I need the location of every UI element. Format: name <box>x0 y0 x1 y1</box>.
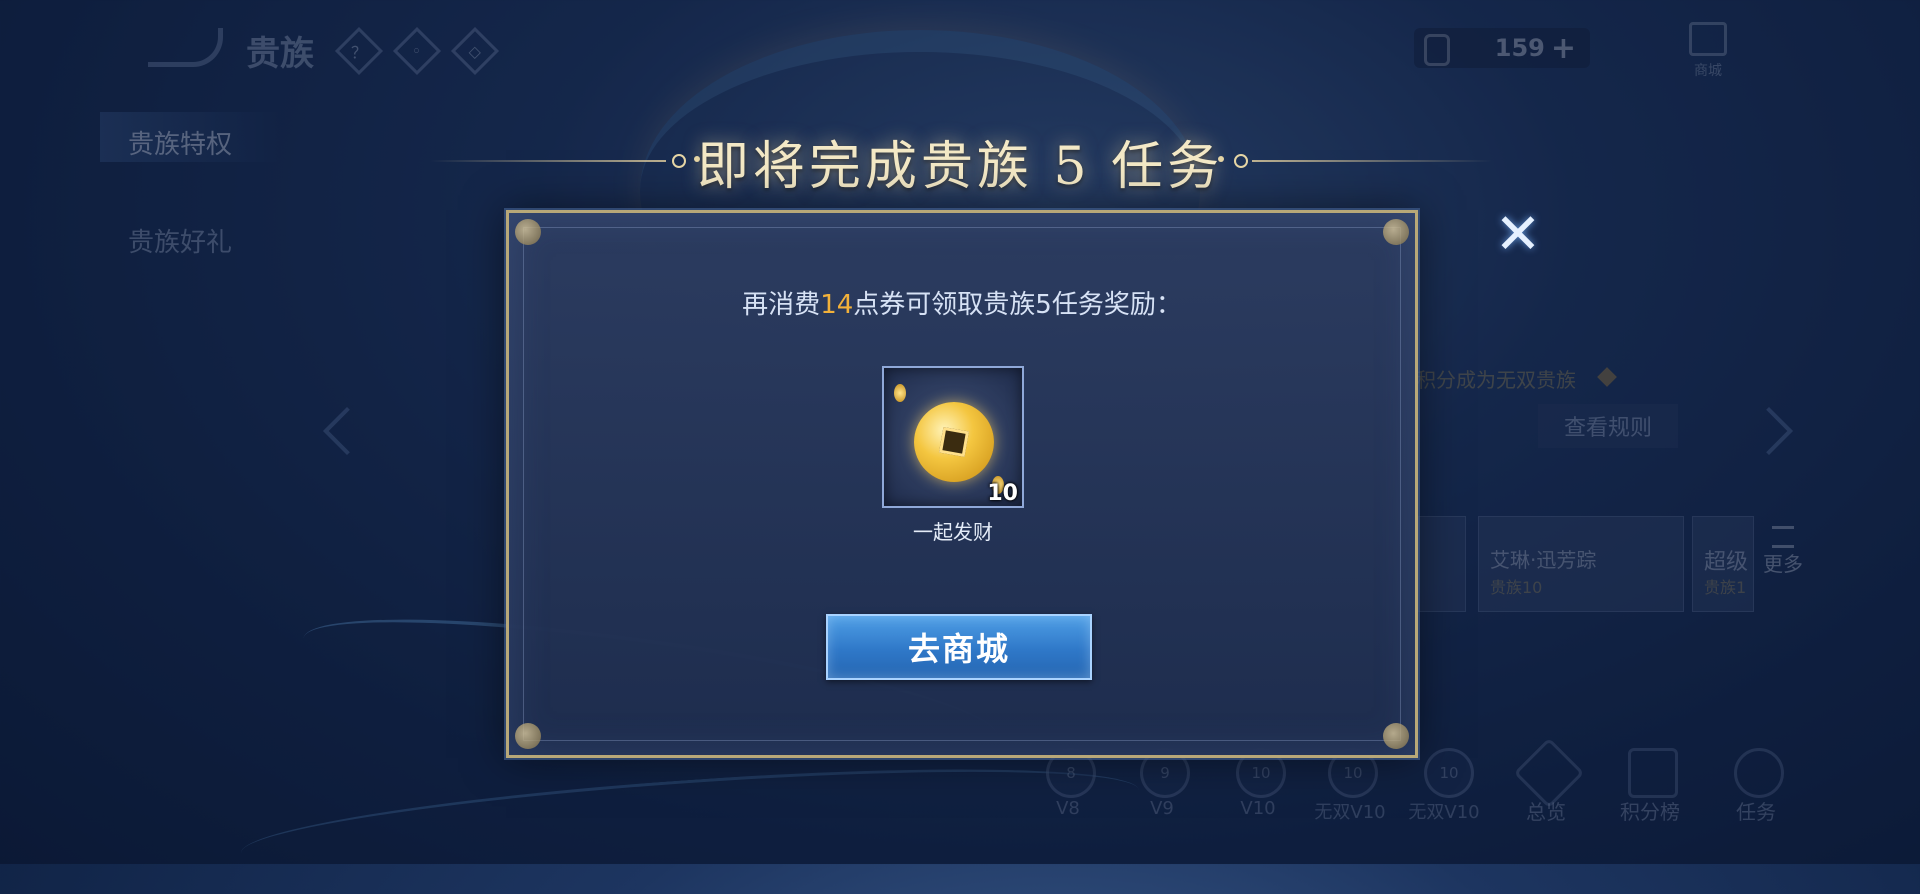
reward-count: 10 <box>987 481 1018 506</box>
reward-name: 一起发财 <box>913 520 993 544</box>
small-coin-icon <box>894 384 906 402</box>
corner-ornament-icon <box>515 219 541 245</box>
coin-hole <box>938 426 970 458</box>
corner-ornament-icon <box>1383 219 1409 245</box>
corner-ornament-icon <box>515 723 541 749</box>
reward-item-slot[interactable]: 10 <box>882 366 1024 508</box>
corner-ornament-icon <box>1383 723 1409 749</box>
title-spark-right <box>1218 156 1224 162</box>
gold-coin-icon <box>914 402 994 482</box>
go-to-shop-button[interactable]: 去商城 <box>826 614 1092 680</box>
title-line-right <box>1252 160 1492 162</box>
title-line-left <box>430 160 666 162</box>
voucher-amount: 14 <box>820 290 854 320</box>
message-suffix: 点券可领取贵族5任务奖励： <box>853 290 1182 320</box>
close-icon[interactable]: ✕ <box>1490 202 1546 267</box>
title-ornament-right <box>1234 154 1248 168</box>
modal-title: 即将完成贵族 5 任务 <box>696 137 1224 197</box>
message-prefix: 再消费 <box>742 290 821 320</box>
dialog-message: 再消费14点券可领取贵族5任务奖励： <box>506 284 1418 321</box>
